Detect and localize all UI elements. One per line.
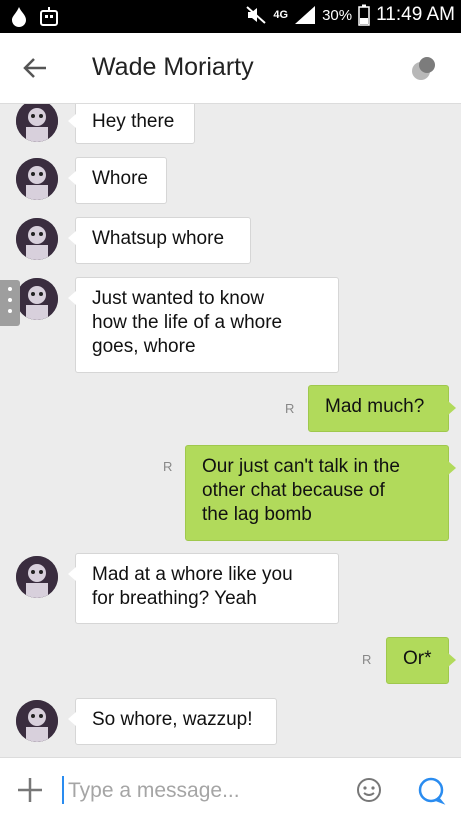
read-receipt-icon: R xyxy=(163,459,173,474)
composer-bar xyxy=(0,757,461,821)
message-input[interactable] xyxy=(66,772,340,810)
clock: 11:49 AM xyxy=(376,4,455,25)
contact-avatar[interactable] xyxy=(16,700,58,742)
smiley-icon[interactable] xyxy=(356,777,382,803)
handle-dot xyxy=(8,309,12,313)
contact-avatar[interactable] xyxy=(16,158,58,200)
contact-avatar[interactable] xyxy=(16,218,58,260)
contact-avatar[interactable] xyxy=(16,556,58,598)
robot-icon xyxy=(40,7,58,26)
message-line: the lag bomb xyxy=(202,504,312,525)
handle-dot xyxy=(8,287,12,291)
read-receipt-icon: R xyxy=(285,401,295,416)
message-text: Whore xyxy=(92,168,148,189)
message-line: Just wanted to know xyxy=(92,288,265,309)
message-line: other chat because of xyxy=(202,480,385,501)
contact-avatar[interactable] xyxy=(16,104,58,142)
message-line: goes, whore xyxy=(92,336,196,357)
contact-name[interactable]: Wade Moriarty xyxy=(92,53,254,82)
message-text: Hey there xyxy=(92,111,175,132)
flame-icon xyxy=(12,7,26,27)
message-bubble[interactable]: So whore, wazzup! xyxy=(68,698,277,745)
chat-bubble-icon[interactable] xyxy=(416,776,446,806)
message-bubble[interactable]: Or* xyxy=(386,637,456,684)
back-arrow-icon[interactable] xyxy=(22,55,48,81)
handle-dot xyxy=(8,298,12,302)
battery-percent: 30% xyxy=(322,6,353,24)
contact-avatar[interactable] xyxy=(16,278,58,320)
message-bubble[interactable]: Mad much? xyxy=(308,385,456,432)
status-bar: 4G 30% 11:49 AM xyxy=(0,0,461,33)
message-line: for breathing? Yeah xyxy=(92,588,257,609)
message-bubble[interactable]: Just wanted to know how the life of a wh… xyxy=(68,277,339,373)
chat-header: Wade Moriarty xyxy=(0,33,461,104)
battery-icon xyxy=(358,4,370,26)
message-bubble[interactable]: Our just can't talk in the other chat be… xyxy=(185,445,456,541)
message-list[interactable]: Hey there Whore Whatsup whore Just wante… xyxy=(0,104,461,757)
message-bubble[interactable]: Whatsup whore xyxy=(68,217,251,264)
plus-icon[interactable] xyxy=(16,776,44,804)
message-text: Whatsup whore xyxy=(92,228,225,249)
message-line: Mad at a whore like you xyxy=(92,564,293,585)
message-text: So whore, wazzup! xyxy=(92,709,253,730)
network-type: 4G xyxy=(273,9,289,21)
signal-icon xyxy=(295,6,316,24)
text-cursor xyxy=(62,776,64,804)
message-bubble[interactable]: Whore xyxy=(68,157,167,204)
drawer-handle[interactable] xyxy=(0,280,20,326)
read-receipt-icon: R xyxy=(362,652,372,667)
message-bubble[interactable]: Hey there xyxy=(68,104,195,144)
message-line: Our just can't talk in the xyxy=(202,456,400,477)
message-text: Or* xyxy=(403,648,432,669)
more-dot-icon[interactable] xyxy=(411,55,437,81)
message-bubble[interactable]: Mad at a whore like you for breathing? Y… xyxy=(68,553,339,624)
message-line: how the life of a whore xyxy=(92,312,283,333)
mute-icon xyxy=(246,6,267,24)
message-text: Mad much? xyxy=(325,396,425,417)
